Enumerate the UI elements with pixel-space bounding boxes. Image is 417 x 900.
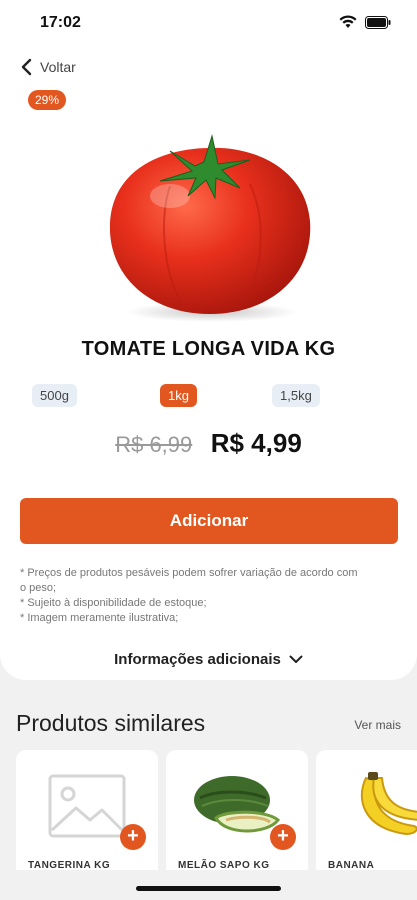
additional-info-toggle[interactable]: Informações adicionais xyxy=(0,651,417,668)
status-time: 17:02 xyxy=(40,14,81,31)
current-price: R$ 4,99 xyxy=(210,428,302,458)
plus-icon: + xyxy=(127,825,139,847)
product-card: Voltar 29% TOMATE LONGA VIDA KG 500g 1kg… xyxy=(0,46,417,680)
weight-option-500g[interactable]: 500g xyxy=(32,384,77,407)
home-indicator xyxy=(136,886,281,891)
back-chevron-icon xyxy=(21,58,32,76)
status-icons xyxy=(339,15,391,29)
product-card-item[interactable]: + TANGERINA KG xyxy=(16,750,158,870)
note-line: * Sujeito à disponibilidade de estoque; xyxy=(20,597,207,609)
back-label: Voltar xyxy=(40,59,76,75)
note-line: * Imagem meramente ilustrativa; xyxy=(20,612,179,624)
wifi-icon xyxy=(339,15,357,28)
similar-products-title: Produtos similares xyxy=(16,710,206,736)
discount-badge: 29% xyxy=(28,90,67,110)
similar-product-name: MELÃO SAPO KG xyxy=(178,860,270,870)
product-card-item[interactable]: + MELÃO SAPO KG xyxy=(166,750,308,870)
product-image xyxy=(109,134,311,322)
similar-product-name: TANGERINA KG xyxy=(28,860,111,870)
product-title: TOMATE LONGA VIDA KG xyxy=(81,338,336,360)
back-button[interactable]: Voltar xyxy=(20,58,76,76)
disclaimer-notes: * Preços de produtos pesáveis podem sofr… xyxy=(20,566,365,626)
status-bar: 17:02 xyxy=(0,0,417,46)
plus-icon: + xyxy=(277,825,289,847)
weight-option-1-5kg[interactable]: 1,5kg xyxy=(272,384,320,407)
banana-image xyxy=(360,772,417,836)
chevron-down-icon xyxy=(289,655,303,663)
note-line: * Preços de produtos pesáveis podem sofr… xyxy=(20,567,358,594)
weight-option-1kg[interactable]: 1kg xyxy=(160,384,197,407)
old-price: R$ 6,99 xyxy=(115,432,193,457)
battery-icon xyxy=(365,15,391,29)
price-row: R$ 6,99 R$ 4,99 xyxy=(0,428,417,459)
add-similar-button[interactable]: + xyxy=(270,824,296,850)
add-to-cart-button[interactable]: Adicionar xyxy=(20,498,398,544)
similar-products-carousel[interactable]: + TANGERINA KG + MELÃO SAPO KG BANANA xyxy=(16,750,417,870)
product-card-item[interactable]: BANANA xyxy=(316,750,417,870)
additional-info-label: Informações adicionais xyxy=(114,651,281,668)
similar-product-name: BANANA xyxy=(328,860,375,870)
add-similar-button[interactable]: + xyxy=(120,824,146,850)
similar-products-header: Produtos similares Ver mais xyxy=(16,710,401,737)
see-more-link[interactable]: Ver mais xyxy=(354,718,401,732)
